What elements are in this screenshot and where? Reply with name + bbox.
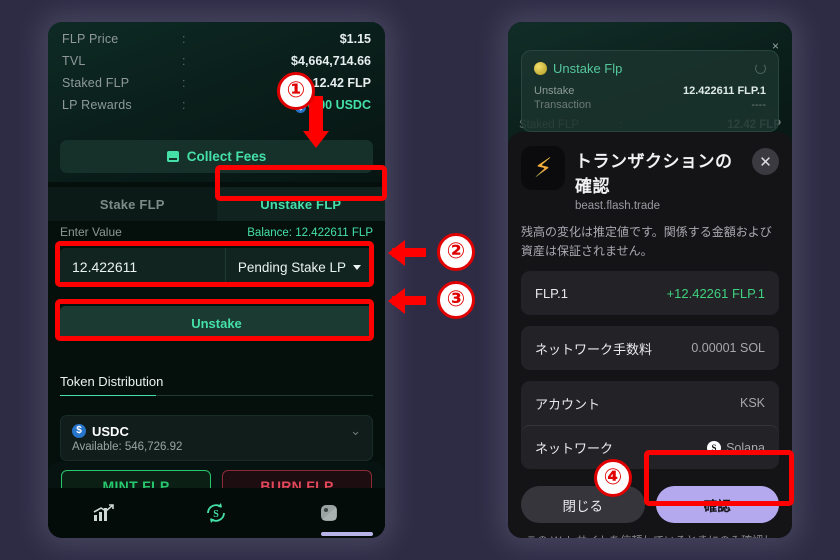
toast-row-value: ---- [751,99,766,111]
nav-item-portfolio[interactable] [273,502,385,524]
account-value: KSK [739,396,765,411]
stat-colon: : [182,54,186,68]
network-fee-value: 0.00001 SOL [691,341,765,356]
annotation-step-3: ③ [437,281,475,319]
stat-row: LP Rewards : $0.00 USDC [62,94,371,116]
network-value: S Solana [707,440,765,455]
toast-title-row: Unstake Flp [534,61,766,76]
close-icon[interactable]: × [772,39,779,53]
stat-label: FLP Price [62,32,119,46]
arrow-2-head [388,240,405,266]
toast-row-label: Unstake [534,85,575,97]
stat-colon: : [182,76,186,90]
network-key: ネットワーク [535,441,614,457]
network-row: ネットワーク S Solana [521,425,779,469]
token-select-dropdown[interactable]: Pending Stake LP [224,248,373,286]
screenshot-root: FLP Price : $1.15 TVL : $4,664,714.66 St… [0,0,840,560]
modal-header: ⚡ トランザクションの確認 beast.flash.trade ✕ [521,146,779,212]
arrow-1-head [303,131,329,148]
stats-list: FLP Price : $1.15 TVL : $4,664,714.66 St… [48,28,385,116]
coin-icon [534,62,547,75]
toast-row: Unstake 12.422611 FLP.1 [534,85,766,97]
right-phone-screen: Staked FLP : 12.42 FLP LP Rewards : $0.0… [508,22,792,538]
token-card-usdc[interactable]: $ USDC ⌄ Available: 546,726.92 [60,415,373,461]
collect-fees-icon [166,151,179,162]
left-phone-screen: FLP Price : $1.15 TVL : $4,664,714.66 St… [48,22,385,538]
balance-change-row: FLP.1 +12.42261 FLP.1 [521,271,779,316]
stat-row: TVL : $4,664,714.66 [62,50,371,72]
stat-row: FLP Price : $1.15 [62,28,371,50]
app-logo-icon: ⚡ [521,146,565,190]
token-select-label: Pending Stake LP [237,259,346,275]
modal-footer-note: この Web サイトを信頼しているときにのみ確認してください。 [521,533,779,538]
modal-disclaimer: 残高の変化は推定値です。関係する金額および資産は保証されません。 [521,225,772,258]
svg-text:S: S [214,509,220,520]
nav-item-swap[interactable]: S [160,501,272,525]
chevron-down-icon[interactable]: ⌄ [350,423,361,439]
stat-value: $1.15 [339,32,371,46]
solana-icon: S [707,440,722,455]
token-distribution-title: Token Distribution [60,374,164,389]
amount-input[interactable]: 12.422611 [60,259,225,275]
token-distribution-underline [60,395,373,396]
enter-value-row: Enter Value Balance: 12.422611 FLP [60,225,373,239]
tab-stake-flp[interactable]: Stake FLP [48,187,217,221]
token-available: Available: 546,726.92 [72,441,183,453]
account-key: アカウント [535,396,601,412]
unstake-toast: × Unstake Flp Unstake 12.422611 FLP.1 Tr… [521,39,779,132]
bottom-nav: S [48,488,385,538]
stat-label: TVL [62,54,86,68]
spinner-icon [755,63,766,74]
modal-actions: 閉じる 確認 [521,486,779,524]
amount-input-row: 12.422611 Pending Stake LP [60,248,373,286]
chart-line-icon [93,504,114,521]
network-fee-row: ネットワーク手数料 0.00001 SOL [521,326,779,371]
network-fee-key: ネットワーク手数料 [535,341,653,357]
nav-item-chart[interactable] [48,503,160,523]
modal-confirm-button[interactable]: 確認 [655,486,779,524]
toast-row: Transaction ---- [534,99,766,111]
stat-row: Staked FLP : 12.42 FLP [62,72,371,94]
close-icon[interactable]: ✕ [752,148,779,175]
pie-slice-icon [320,505,337,521]
stat-label: LP Rewards [62,98,132,112]
toast-title: Unstake Flp [553,61,623,76]
home-indicator [321,532,373,536]
toast-row-label: Transaction [534,99,592,111]
lightning-bolt-icon: ⚡ [533,152,553,183]
balance-change-value: +12.42261 FLP.1 [666,285,765,301]
account-network-group: アカウント KSK ネットワーク S Solana [521,381,779,470]
transaction-confirm-modal: ⚡ トランザクションの確認 beast.flash.trade ✕ 残高の変化は… [508,132,792,538]
token-card-header: $ USDC ⌄ [72,423,361,439]
unstake-button[interactable]: Unstake [60,306,373,340]
right-phone-mockup: Staked FLP : 12.42 FLP LP Rewards : $0.0… [508,22,792,538]
chevron-down-icon [353,264,361,270]
enter-value-label: Enter Value [60,225,122,239]
token-symbol: USDC [92,423,129,439]
collect-fees-label: Collect Fees [186,149,267,164]
balance-change-key: FLP.1 [535,285,569,301]
modal-title-wrap: トランザクションの確認 beast.flash.trade [575,146,742,212]
annotation-step-1: ① [277,72,315,110]
left-phone-mockup: FLP Price : $1.15 TVL : $4,664,714.66 St… [48,22,385,538]
tab-unstake-flp[interactable]: Unstake FLP [216,187,385,221]
modal-title: トランザクションの確認 [575,152,733,196]
account-row: アカウント KSK [521,381,779,425]
annotation-step-4: ④ [594,459,632,497]
swap-dollar-icon: S [207,503,226,523]
stat-value: $4,664,714.66 [291,54,371,68]
balance-label: Balance: 12.422611 FLP [247,227,373,239]
annotation-step-2: ② [437,233,475,271]
stake-tabs: Stake FLP Unstake FLP [48,187,385,221]
stat-colon: : [182,98,186,112]
arrow-3-head [388,288,405,314]
modal-host: beast.flash.trade [575,200,661,212]
stat-label: Staked FLP [62,76,130,90]
stat-colon: : [182,32,186,46]
usdc-coin-icon: $ [72,424,86,438]
toast-row-value: 12.422611 FLP.1 [683,85,766,97]
network-name: Solana [726,440,765,455]
